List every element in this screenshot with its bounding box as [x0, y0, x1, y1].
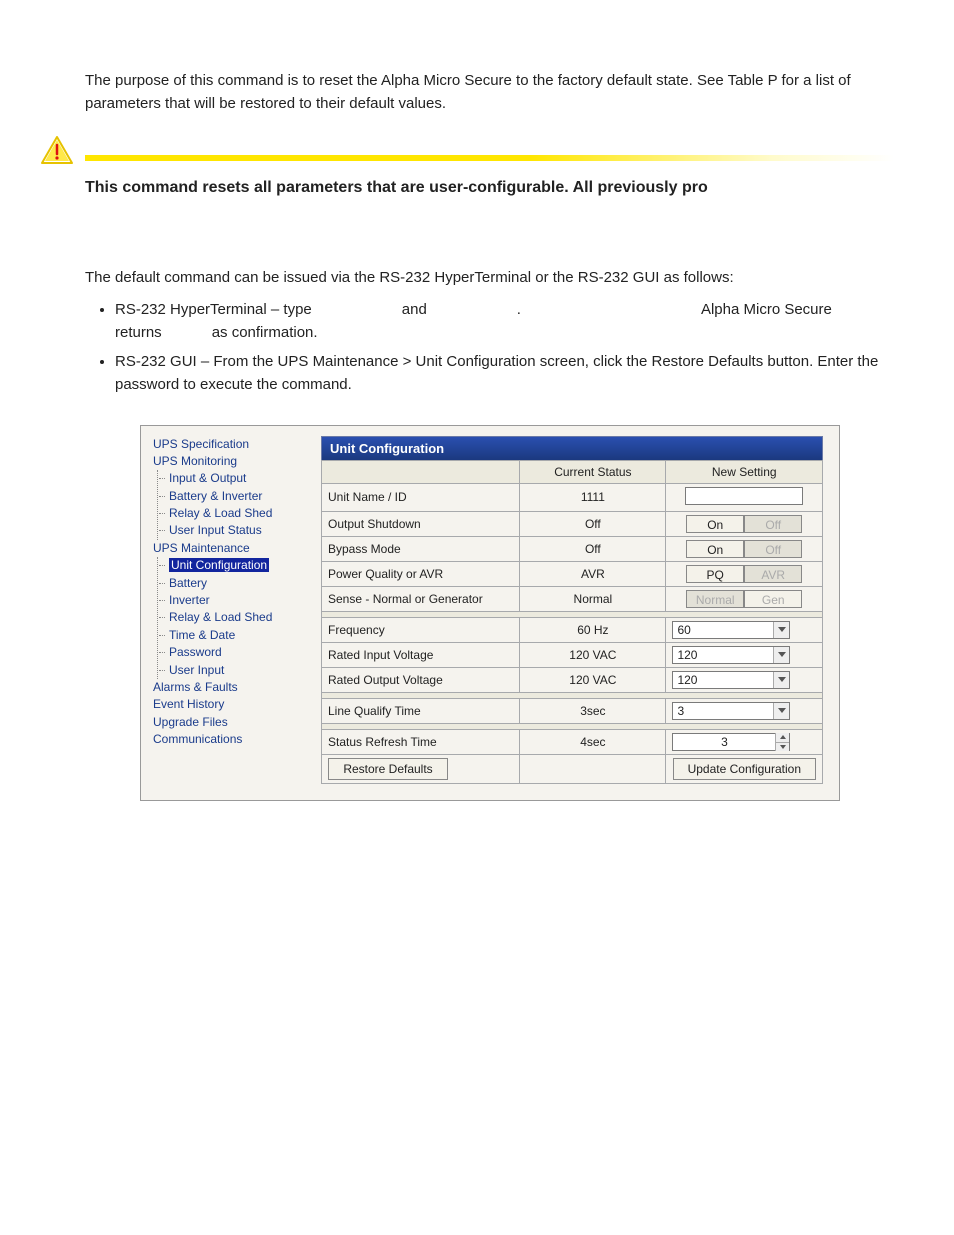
- table-row: Power Quality or AVR AVR PQAVR: [322, 561, 823, 586]
- table-row: Status Refresh Time 4sec 3: [322, 729, 823, 754]
- nav-tree: UPS Specification UPS Monitoring Input &…: [141, 426, 311, 800]
- gui-screenshot: UPS Specification UPS Monitoring Input &…: [140, 425, 840, 801]
- tree-item[interactable]: Relay & Load Shed: [167, 505, 305, 522]
- tree-item[interactable]: UPS Specification: [153, 436, 305, 453]
- tree-item[interactable]: Relay & Load Shed: [167, 609, 305, 626]
- table-row: Frequency 60 Hz 60: [322, 617, 823, 642]
- warning-text: This command resets all parameters that …: [85, 179, 894, 197]
- tree-item[interactable]: Event History: [153, 696, 305, 713]
- chevron-down-icon: [773, 622, 789, 638]
- bypass-mode-toggle[interactable]: OnOff: [672, 540, 816, 558]
- chevron-up-icon[interactable]: [776, 733, 789, 742]
- pq-avr-toggle[interactable]: PQAVR: [672, 565, 816, 583]
- tree-item[interactable]: UPS Maintenance: [153, 540, 305, 557]
- tree-item[interactable]: Password: [167, 644, 305, 661]
- chevron-down-icon: [773, 647, 789, 663]
- warning-icon: [40, 135, 85, 165]
- unit-name-input[interactable]: [685, 487, 803, 505]
- line-qualify-select[interactable]: 3: [672, 702, 790, 720]
- tree-item[interactable]: Time & Date: [167, 627, 305, 644]
- list-item: RS-232 GUI – From the UPS Maintenance > …: [115, 350, 894, 397]
- follow-paragraph: The default command can be issued via th…: [85, 267, 894, 290]
- tree-item[interactable]: Communications: [153, 731, 305, 748]
- tree-item[interactable]: Inverter: [167, 592, 305, 609]
- rated-output-select[interactable]: 120: [672, 671, 790, 689]
- tree-item[interactable]: Input & Output: [167, 470, 305, 487]
- chevron-down-icon[interactable]: [776, 742, 789, 751]
- output-shutdown-toggle[interactable]: OnOff: [672, 515, 816, 533]
- table-row: Rated Input Voltage 120 VAC 120: [322, 642, 823, 667]
- bullet-list: RS-232 HyperTerminal – typeand.Alpha Mic…: [85, 298, 894, 397]
- panel-title: Unit Configuration: [321, 436, 823, 460]
- col-new-setting: New Setting: [666, 460, 823, 483]
- tree-item[interactable]: Alarms & Faults: [153, 679, 305, 696]
- table-row: Unit Name / ID 1111: [322, 483, 823, 511]
- list-item: RS-232 HyperTerminal – typeand.Alpha Mic…: [115, 298, 894, 345]
- tree-item[interactable]: Upgrade Files: [153, 714, 305, 731]
- warning-rule: [40, 135, 894, 165]
- config-table: Current Status New Setting Unit Name / I…: [321, 460, 823, 784]
- chevron-down-icon: [773, 703, 789, 719]
- sense-toggle[interactable]: NormalGen: [672, 590, 816, 608]
- tree-item[interactable]: UPS Monitoring: [153, 453, 305, 470]
- rated-input-select[interactable]: 120: [672, 646, 790, 664]
- col-current-status: Current Status: [520, 460, 666, 483]
- tree-item[interactable]: Battery: [167, 575, 305, 592]
- table-row: Output Shutdown Off OnOff: [322, 511, 823, 536]
- status-refresh-spinner[interactable]: 3: [672, 733, 790, 751]
- tree-item[interactable]: User Input: [167, 662, 305, 679]
- table-row: Rated Output Voltage 120 VAC 120: [322, 667, 823, 692]
- table-row: Sense - Normal or Generator Normal Norma…: [322, 586, 823, 611]
- frequency-select[interactable]: 60: [672, 621, 790, 639]
- update-configuration-button[interactable]: Update Configuration: [673, 758, 816, 780]
- restore-defaults-button[interactable]: Restore Defaults: [328, 758, 448, 780]
- table-row: Bypass Mode Off OnOff: [322, 536, 823, 561]
- tree-item[interactable]: Battery & Inverter: [167, 488, 305, 505]
- chevron-down-icon: [773, 672, 789, 688]
- intro-paragraph: The purpose of this command is to reset …: [85, 70, 894, 115]
- table-row: Line Qualify Time 3sec 3: [322, 698, 823, 723]
- tree-item[interactable]: User Input Status: [167, 522, 305, 539]
- tree-item-selected[interactable]: Unit Configuration: [167, 557, 305, 574]
